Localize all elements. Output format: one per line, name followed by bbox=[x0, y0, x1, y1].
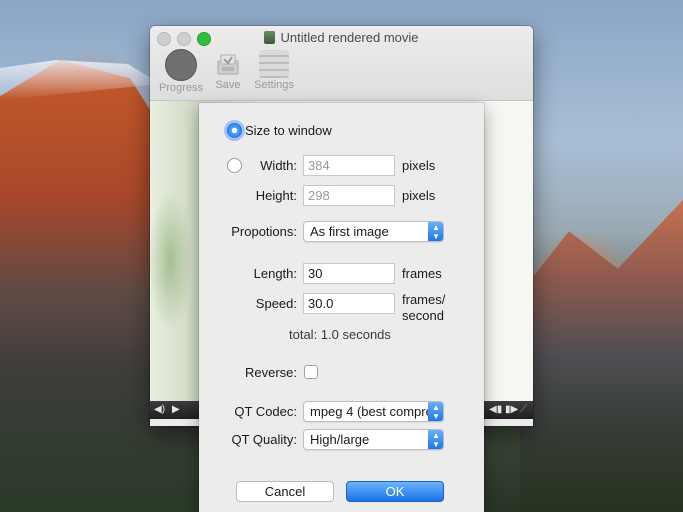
qt-codec-select[interactable]: mpeg 4 (best compression) ▲▼ bbox=[303, 401, 444, 422]
settings-tool-button[interactable]: Settings bbox=[250, 48, 298, 91]
render-settings-sheet: Size to window Width: pixels Height: pix… bbox=[199, 103, 484, 512]
progress-icon bbox=[165, 49, 197, 81]
height-label: Height: bbox=[255, 188, 297, 203]
window-title: Untitled rendered movie bbox=[150, 30, 533, 45]
length-field[interactable] bbox=[303, 263, 395, 284]
chevron-updown-icon: ▲ ▼ bbox=[428, 430, 443, 449]
length-unit: frames bbox=[402, 266, 442, 281]
total-duration-text: total: 1.0 seconds bbox=[289, 327, 391, 342]
reverse-label: Reverse: bbox=[244, 365, 297, 380]
preview-image-leaf bbox=[150, 141, 198, 371]
height-unit: pixels bbox=[402, 188, 436, 203]
height-field[interactable] bbox=[303, 185, 395, 206]
save-label: Save bbox=[215, 79, 241, 91]
qt-codec-label: QT Codec: bbox=[234, 404, 297, 419]
proportions-label: Propotions: bbox=[231, 224, 297, 239]
resize-grip-icon[interactable]: ⟋ bbox=[520, 404, 527, 416]
volume-icon[interactable]: ◀) bbox=[154, 404, 165, 416]
speed-field[interactable] bbox=[303, 293, 395, 314]
step-back-icon[interactable]: ◀▮ bbox=[489, 404, 502, 416]
window-title-text: Untitled rendered movie bbox=[280, 30, 419, 45]
width-field[interactable] bbox=[303, 155, 395, 176]
qt-quality-value: High/large bbox=[310, 432, 370, 447]
length-label: Length: bbox=[253, 266, 297, 281]
speed-label: Speed: bbox=[255, 296, 297, 311]
width-unit: pixels bbox=[402, 158, 436, 173]
ok-button[interactable]: OK bbox=[346, 481, 444, 502]
window-titlebar: Untitled rendered movie Progress Save Se… bbox=[150, 26, 533, 101]
size-to-window-radio[interactable] bbox=[227, 123, 242, 138]
settings-label: Settings bbox=[254, 79, 294, 91]
chevron-updown-icon: ▲ ▼ bbox=[428, 222, 443, 241]
speed-unit-line2: second bbox=[402, 308, 444, 323]
proportions-select[interactable]: As first image ▲ ▼ bbox=[303, 221, 444, 242]
chevron-updown-icon: ▲ ▼ bbox=[428, 402, 443, 421]
reverse-checkbox[interactable] bbox=[304, 365, 318, 379]
cancel-button[interactable]: Cancel bbox=[236, 481, 334, 502]
proportions-value: As first image bbox=[310, 224, 389, 239]
progress-tool-button[interactable]: Progress bbox=[155, 48, 207, 94]
qt-codec-value: mpeg 4 (best compression) bbox=[310, 404, 443, 419]
speed-unit-line1: frames/ bbox=[402, 292, 446, 307]
settings-icon bbox=[259, 50, 289, 78]
document-icon bbox=[264, 31, 276, 44]
play-icon[interactable]: ▶ bbox=[172, 404, 180, 416]
progress-label: Progress bbox=[158, 82, 204, 94]
size-to-window-label: Size to window bbox=[245, 123, 332, 138]
save-tool-button[interactable]: Save bbox=[210, 48, 246, 91]
qt-quality-select[interactable]: High/large ▲ ▼ bbox=[303, 429, 444, 450]
width-label: Width: bbox=[260, 158, 297, 173]
step-forward-icon[interactable]: ▮▶ bbox=[505, 404, 518, 416]
qt-quality-label: QT Quality: bbox=[231, 432, 297, 447]
save-icon bbox=[215, 52, 241, 78]
